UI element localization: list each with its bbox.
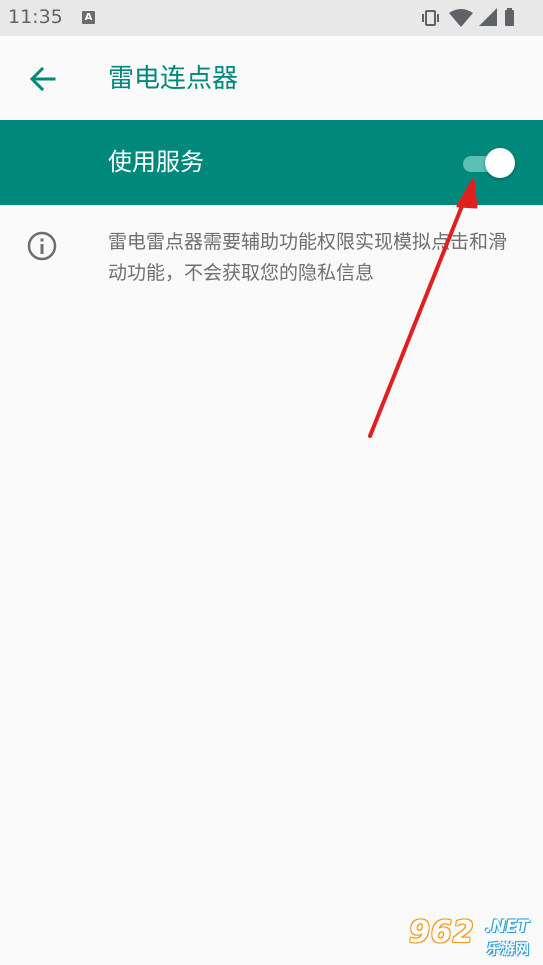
status-icons bbox=[421, 8, 531, 28]
page-title: 雷电连点器 bbox=[108, 64, 239, 94]
info-description: 雷电雷点器需要辅助功能权限实现模拟点击和滑动功能，不会获取您的隐私信息 bbox=[108, 231, 508, 284]
status-bar: 11:35 A bbox=[0, 0, 543, 36]
info-icon bbox=[26, 230, 58, 262]
wifi-icon bbox=[449, 9, 473, 27]
app-bar: 雷电连点器 bbox=[0, 36, 543, 120]
back-button[interactable] bbox=[24, 60, 62, 98]
battery-icon bbox=[505, 8, 514, 26]
use-service-switch[interactable] bbox=[463, 148, 515, 178]
status-time: 11:35 bbox=[8, 6, 63, 28]
switch-thumb bbox=[485, 148, 515, 178]
arrow-back-icon bbox=[29, 66, 56, 92]
watermark-logo: 962 .NET 乐游网 bbox=[407, 915, 539, 961]
notification-a-icon: A bbox=[82, 11, 95, 24]
vibrate-icon bbox=[422, 10, 439, 26]
watermark-digits: 962 bbox=[409, 915, 475, 950]
watermark-subtitle: 乐游网 bbox=[487, 942, 529, 958]
use-service-row[interactable]: 使用服务 bbox=[0, 120, 543, 205]
use-service-label: 使用服务 bbox=[108, 148, 204, 176]
cellular-signal-icon bbox=[479, 8, 497, 26]
watermark-domain: .NET bbox=[485, 917, 529, 937]
